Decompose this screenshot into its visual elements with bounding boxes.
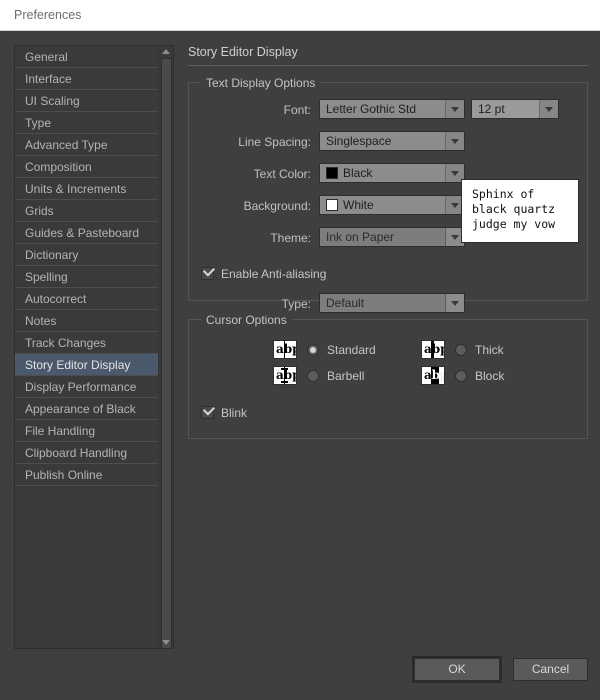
chevron-down-icon[interactable] <box>445 100 464 118</box>
scrollbar-thumb[interactable] <box>161 58 172 649</box>
aa-type-dropdown[interactable]: Default <box>319 293 465 313</box>
ok-button[interactable]: OK <box>414 658 500 681</box>
radio-thick[interactable] <box>455 344 467 356</box>
text-display-options-label: Text Display Options <box>201 76 320 90</box>
preferences-dialog: Preferences General Interface UI Scaling… <box>0 0 600 700</box>
sidebar-item-display-performance[interactable]: Display Performance <box>15 376 159 398</box>
sidebar-item-track-changes[interactable]: Track Changes <box>15 332 159 354</box>
cursor-option-standard[interactable]: abp Standard <box>273 340 376 359</box>
cursor-option-block[interactable]: abp abp Block <box>421 366 504 385</box>
scroll-up-arrow-icon[interactable] <box>162 49 170 54</box>
text-display-options-group: Text Display Options Font: Letter Gothic… <box>188 82 588 301</box>
sidebar-item-spelling[interactable]: Spelling <box>15 266 159 288</box>
settings-panel: Story Editor Display Text Display Option… <box>188 45 588 439</box>
text-preview-box: Sphinx of black quartz judge my vow <box>461 179 579 243</box>
chevron-down-icon[interactable] <box>539 100 558 118</box>
sidebar-item-publish-online[interactable]: Publish Online <box>15 464 159 486</box>
cursor-standard-icon: abp <box>273 340 297 359</box>
cursor-option-thick[interactable]: abp Thick <box>421 340 504 359</box>
sidebar-scrollbar[interactable] <box>158 46 173 648</box>
blink-label: Blink <box>221 406 247 420</box>
text-color-dropdown[interactable]: Black <box>319 163 465 183</box>
text-color-value: Black <box>338 166 445 180</box>
cursor-thick-icon: abp <box>421 340 445 359</box>
theme-label: Theme: <box>199 231 311 245</box>
sidebar-item-general[interactable]: General <box>15 46 159 68</box>
chevron-down-icon[interactable] <box>445 294 464 312</box>
font-dropdown[interactable]: Letter Gothic Std <box>319 99 465 119</box>
line-spacing-dropdown[interactable]: Singlespace <box>319 131 465 151</box>
sidebar-item-file-handling[interactable]: File Handling <box>15 420 159 442</box>
line-spacing-row: Line Spacing: Singlespace <box>199 131 577 157</box>
line-spacing-label: Line Spacing: <box>199 135 311 149</box>
font-value: Letter Gothic Std <box>320 102 445 116</box>
sidebar-item-ui-scaling[interactable]: UI Scaling <box>15 90 159 112</box>
sidebar-item-autocorrect[interactable]: Autocorrect <box>15 288 159 310</box>
cursor-barbell-label: Barbell <box>327 369 364 383</box>
category-list: General Interface UI Scaling Type Advanc… <box>15 46 159 486</box>
font-size-value: 12 pt <box>472 102 539 116</box>
radio-block[interactable] <box>455 370 467 382</box>
sidebar-item-guides-pasteboard[interactable]: Guides & Pasteboard <box>15 222 159 244</box>
title-bar: Preferences <box>0 0 600 31</box>
radio-standard[interactable] <box>307 344 319 356</box>
font-size-dropdown[interactable]: 12 pt <box>471 99 559 119</box>
cursor-block-label: Block <box>475 369 504 383</box>
cursor-option-barbell[interactable]: abp Barbell <box>273 366 364 385</box>
aa-type-value: Default <box>320 296 445 310</box>
cursor-options-group: Cursor Options abp Standard abp <box>188 319 588 439</box>
text-color-label: Text Color: <box>199 167 311 181</box>
font-row: Font: Letter Gothic Std 12 pt <box>199 99 577 125</box>
background-color-swatch <box>326 199 338 211</box>
window-title: Preferences <box>14 8 81 22</box>
sidebar-item-notes[interactable]: Notes <box>15 310 159 332</box>
cursor-barbell-icon: abp <box>273 366 297 385</box>
enable-anti-aliasing-label: Enable Anti-aliasing <box>221 267 326 281</box>
theme-dropdown[interactable]: Ink on Paper <box>319 227 465 247</box>
line-spacing-value: Singlespace <box>320 134 445 148</box>
category-sidebar[interactable]: General Interface UI Scaling Type Advanc… <box>14 45 174 649</box>
font-label: Font: <box>199 103 311 117</box>
chevron-down-icon[interactable] <box>445 132 464 150</box>
sidebar-item-composition[interactable]: Composition <box>15 156 159 178</box>
background-dropdown[interactable]: White <box>319 195 465 215</box>
check-icon <box>203 264 215 276</box>
cursor-standard-label: Standard <box>327 343 376 357</box>
cursor-thick-label: Thick <box>475 343 504 357</box>
check-icon <box>203 403 215 415</box>
sidebar-item-clipboard-handling[interactable]: Clipboard Handling <box>15 442 159 464</box>
sidebar-item-interface[interactable]: Interface <box>15 68 159 90</box>
blink-row: Blink <box>201 404 577 426</box>
background-label: Background: <box>199 199 311 213</box>
sidebar-item-advanced-type[interactable]: Advanced Type <box>15 134 159 156</box>
anti-aliasing-row: Enable Anti-aliasing <box>201 265 577 287</box>
cursor-options-label: Cursor Options <box>201 313 292 327</box>
radio-barbell[interactable] <box>307 370 319 382</box>
page-title: Story Editor Display <box>188 45 588 66</box>
sidebar-item-grids[interactable]: Grids <box>15 200 159 222</box>
background-value: White <box>338 198 445 212</box>
theme-value: Ink on Paper <box>320 230 445 244</box>
aa-type-label: Type: <box>199 297 311 311</box>
cursor-style-grid: abp Standard abp Barbell <box>199 340 577 396</box>
sidebar-item-story-editor-display[interactable]: Story Editor Display <box>15 354 159 376</box>
cursor-block-icon: abp abp <box>421 366 445 385</box>
blink-checkbox[interactable] <box>201 406 214 419</box>
enable-anti-aliasing-checkbox[interactable] <box>201 267 214 280</box>
sidebar-item-dictionary[interactable]: Dictionary <box>15 244 159 266</box>
sidebar-item-units-increments[interactable]: Units & Increments <box>15 178 159 200</box>
sidebar-item-appearance-of-black[interactable]: Appearance of Black <box>15 398 159 420</box>
cancel-button[interactable]: Cancel <box>513 658 588 681</box>
sidebar-item-type[interactable]: Type <box>15 112 159 134</box>
text-color-swatch <box>326 167 338 179</box>
scroll-down-arrow-icon[interactable] <box>162 640 170 645</box>
